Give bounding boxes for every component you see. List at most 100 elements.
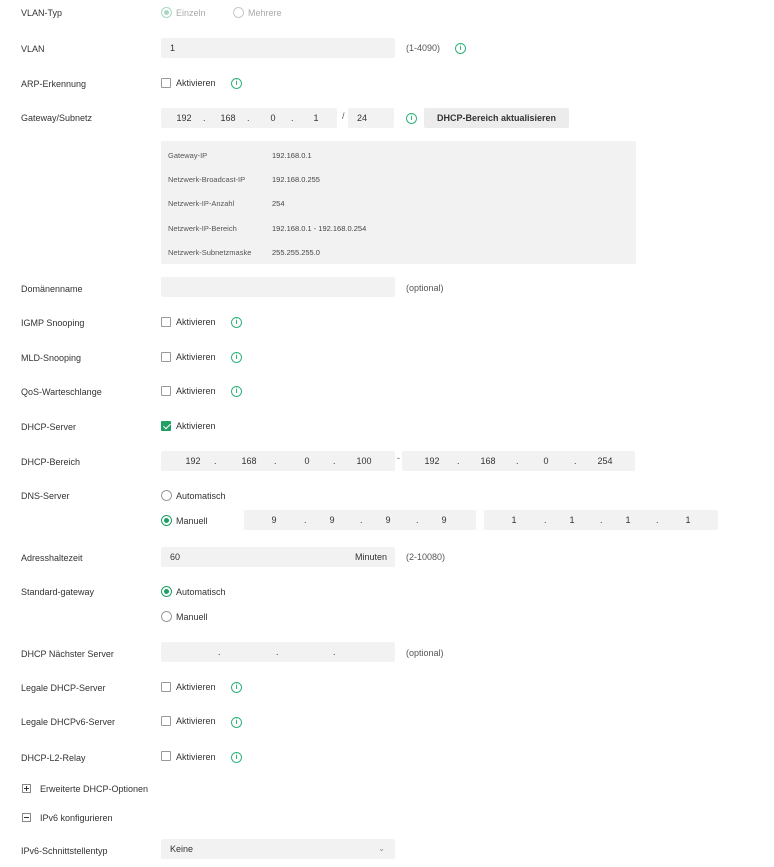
info-icon[interactable]: i (231, 352, 242, 363)
dns-primary-input[interactable]: 9 . 9 . 9 . 9 (244, 510, 476, 530)
dns-manual-label: Manuell (176, 516, 208, 526)
range-start-octet-4: 100 (356, 456, 372, 466)
gateway-label: Gateway/Subnetz (21, 113, 93, 123)
info-icon[interactable]: i (455, 43, 466, 54)
mld-checkbox[interactable] (161, 352, 171, 362)
advanced-dhcp-toggle[interactable]: Erweiterte DHCP-Optionen (40, 784, 148, 794)
info-icon[interactable]: i (406, 113, 417, 124)
collapse-minus-icon[interactable] (22, 813, 31, 822)
gateway-octet-3: 0 (270, 113, 276, 123)
dns-secondary-input[interactable]: 1 . 1 . 1 . 1 (484, 510, 718, 530)
l2relay-label: DHCP-L2-Relay (21, 753, 86, 763)
domain-input[interactable] (161, 277, 395, 297)
vlan-type-multi-radio[interactable] (233, 7, 244, 18)
range-start-octet-3: 0 (304, 456, 310, 466)
mld-label: MLD-Snooping (21, 353, 82, 363)
range-end-octet-2: 168 (480, 456, 496, 466)
arp-checkbox-label: Aktivieren (176, 78, 216, 88)
qos-label: QoS-Warteschlange (21, 387, 102, 397)
vlan-type-multi-label: Mehrere (248, 8, 282, 18)
dns1-octet-4: 9 (441, 515, 447, 525)
ipv6-config-toggle[interactable]: IPv6 konfigurieren (40, 813, 113, 823)
next-server-label: DHCP Nächster Server (21, 649, 114, 659)
dhcp-server-checkbox[interactable] (161, 421, 171, 431)
dhcp-server-checkbox-label: Aktivieren (176, 421, 216, 431)
info-icon[interactable]: i (231, 717, 242, 728)
range-start-octet-2: 168 (241, 456, 257, 466)
l2relay-checkbox[interactable] (161, 751, 171, 761)
info-icon[interactable]: i (231, 682, 242, 693)
lease-value: 60 (170, 552, 181, 562)
info-icon[interactable]: i (231, 752, 242, 763)
dhcp-range-start-input[interactable]: 192 . 168 . 0 . 100 (161, 451, 395, 471)
legal-dhcp-checkbox[interactable] (161, 682, 171, 692)
legal-dhcp-label: Legale DHCP-Server (21, 683, 106, 693)
info-value: 192.168.0.1 (272, 151, 312, 160)
mld-checkbox-label: Aktivieren (176, 352, 216, 362)
info-value: 192.168.0.1 - 192.168.0.254 (272, 224, 367, 233)
next-server-hint: (optional) (406, 648, 444, 658)
vlan-type-label: VLAN-Typ (21, 8, 63, 18)
range-dash: - (397, 453, 400, 463)
prefix-slash: / (342, 111, 345, 121)
qos-checkbox-label: Aktivieren (176, 386, 216, 396)
std-gateway-manual-radio[interactable] (161, 611, 172, 622)
info-value: 192.168.0.255 (272, 175, 320, 184)
info-value: 255.255.255.0 (272, 248, 320, 257)
range-start-octet-1: 192 (185, 456, 201, 466)
vlan-input[interactable]: 1 (161, 38, 395, 58)
ipv6-if-select[interactable]: Keine ⌄ (161, 839, 395, 859)
dns2-octet-4: 1 (685, 515, 691, 525)
std-gateway-auto-label: Automatisch (176, 587, 226, 597)
std-gateway-manual-label: Manuell (176, 612, 208, 622)
info-key: Netzwerk-Broadcast-IP (168, 175, 246, 184)
dns2-octet-3: 1 (625, 515, 631, 525)
vlan-type-single-radio[interactable] (161, 7, 172, 18)
lease-label: Adresshaltezeit (21, 553, 83, 563)
legal-dhcpv6-checkbox[interactable] (161, 716, 171, 726)
chevron-down-icon: ⌄ (378, 844, 385, 853)
range-end-octet-4: 254 (597, 456, 613, 466)
gateway-octet-1: 192 (176, 113, 192, 123)
vlan-label: VLAN (21, 44, 45, 54)
domain-hint: (optional) (406, 283, 444, 293)
expand-plus-icon[interactable] (22, 784, 31, 793)
prefix-input[interactable]: 24 (348, 108, 394, 128)
dns1-octet-2: 9 (329, 515, 335, 525)
dns2-octet-1: 1 (511, 515, 517, 525)
dhcp-server-label: DHCP-Server (21, 422, 77, 432)
gateway-octet-2: 168 (220, 113, 236, 123)
update-dhcp-range-button[interactable]: DHCP-Bereich aktualisieren (424, 108, 569, 128)
std-gateway-label: Standard-gateway (21, 587, 95, 597)
info-key: Netzwerk-IP-Bereich (168, 224, 237, 233)
subnet-info-panel: Gateway-IP 192.168.0.1 Netzwerk-Broadcas… (161, 141, 636, 264)
dns-manual-radio[interactable] (161, 515, 172, 526)
dns-auto-radio[interactable] (161, 490, 172, 501)
info-icon[interactable]: i (231, 317, 242, 328)
qos-checkbox[interactable] (161, 386, 171, 396)
dhcp-range-end-input[interactable]: 192 . 168 . 0 . 254 (402, 451, 635, 471)
std-gateway-auto-radio[interactable] (161, 586, 172, 597)
legal-dhcp-checkbox-label: Aktivieren (176, 682, 216, 692)
igmp-label: IGMP Snooping (21, 318, 85, 328)
info-key: Gateway-IP (168, 151, 208, 160)
igmp-checkbox[interactable] (161, 317, 171, 327)
dns1-octet-3: 9 (385, 515, 391, 525)
dns1-octet-1: 9 (271, 515, 277, 525)
gateway-ip-input[interactable]: 192 . 168 . 0 . 1 (161, 108, 337, 128)
gateway-octet-4: 1 (313, 113, 319, 123)
ipv6-if-value: Keine (170, 844, 194, 854)
lease-hint: (2-10080) (406, 552, 446, 562)
arp-label: ARP-Erkennung (21, 79, 87, 89)
info-icon[interactable]: i (231, 386, 242, 397)
arp-checkbox[interactable] (161, 78, 171, 88)
legal-dhcpv6-checkbox-label: Aktivieren (176, 716, 216, 726)
next-server-input[interactable]: . . . (161, 642, 395, 662)
range-end-octet-1: 192 (424, 456, 440, 466)
lease-input[interactable]: 60 Minuten (161, 547, 395, 567)
info-key: Netzwerk-IP-Anzahl (168, 199, 235, 208)
vlan-type-single-label: Einzeln (176, 8, 206, 18)
dns-auto-label: Automatisch (176, 491, 226, 501)
info-icon[interactable]: i (231, 78, 242, 89)
info-key: Netzwerk-Subnetzmaske (168, 248, 252, 257)
